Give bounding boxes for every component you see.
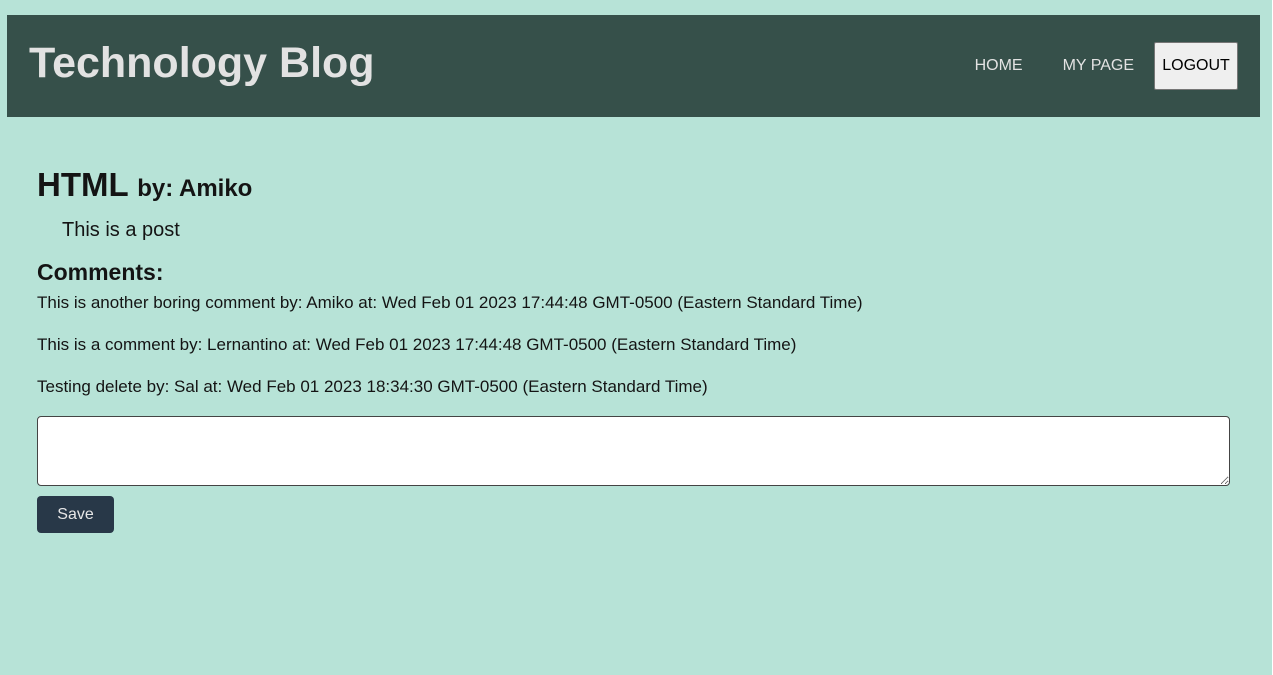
post-content: HTML by: Amiko This is a post Comments: … — [37, 165, 1230, 533]
logout-button[interactable]: LOGOUT — [1154, 42, 1238, 90]
save-button[interactable]: Save — [37, 496, 114, 533]
comment-item: Testing delete by: Sal at: Wed Feb 01 20… — [37, 377, 708, 396]
post-heading: HTML by: Amiko — [37, 165, 1230, 209]
comments-heading: Comments: — [37, 259, 164, 285]
post-title: HTML — [37, 166, 129, 203]
site-title: Technology Blog — [29, 39, 375, 87]
comment-item: This is a comment by: Lernantino at: Wed… — [37, 335, 797, 354]
post-body: This is a post — [62, 219, 180, 241]
post-author: by: Amiko — [137, 175, 253, 202]
site-header: Technology Blog HOME MY PAGE LOGOUT — [7, 15, 1260, 117]
nav-my-page-link[interactable]: MY PAGE — [1063, 56, 1134, 76]
nav-home-link[interactable]: HOME — [975, 56, 1023, 76]
comment-item: This is another boring comment by: Amiko… — [37, 293, 863, 312]
main-nav: HOME MY PAGE LOGOUT — [975, 42, 1238, 90]
comment-textarea[interactable] — [37, 416, 1230, 486]
